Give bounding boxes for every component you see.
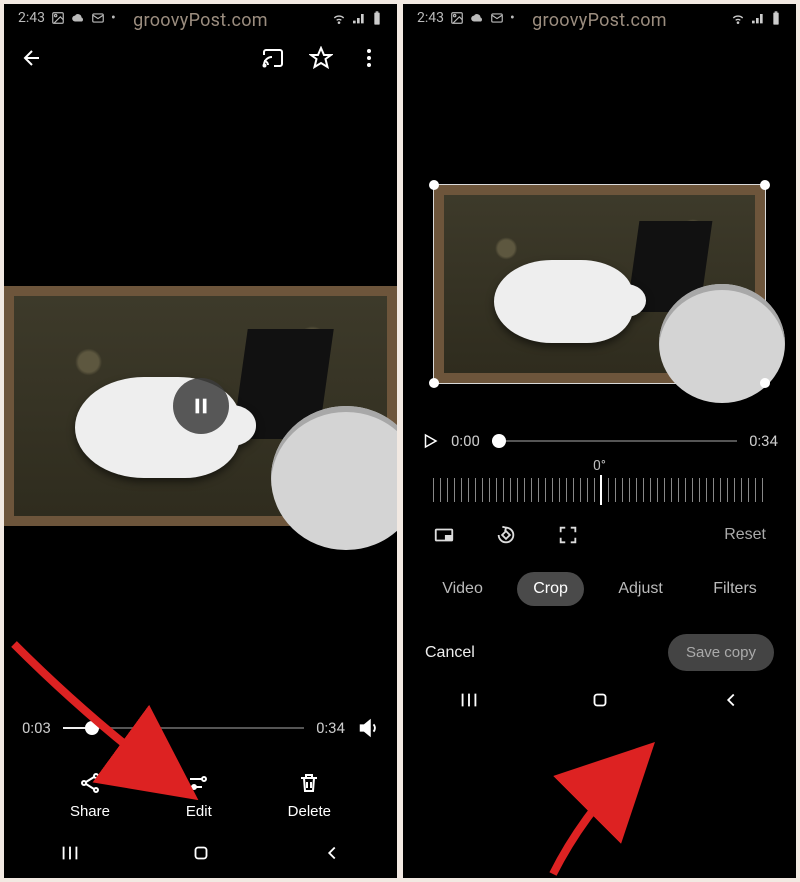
aspect-button[interactable] xyxy=(433,524,455,546)
gmail-icon xyxy=(490,11,504,25)
scrub-current: 0:00 xyxy=(451,432,480,450)
crop-area[interactable] xyxy=(433,184,766,384)
cloud-icon xyxy=(71,11,85,25)
video-frame[interactable] xyxy=(4,286,397,526)
crop-handle-tr[interactable] xyxy=(760,180,770,190)
annotation-arrow xyxy=(523,724,723,878)
pause-button[interactable] xyxy=(173,378,229,434)
status-dot: • xyxy=(111,10,116,26)
scrub-thumb[interactable] xyxy=(492,434,506,448)
play-button[interactable] xyxy=(421,432,439,450)
wifi-icon xyxy=(331,10,347,26)
nav-back-button[interactable] xyxy=(720,689,742,711)
crop-handle-bl[interactable] xyxy=(429,378,439,388)
app-bar xyxy=(4,32,397,84)
scrub-current: 0:03 xyxy=(22,719,51,737)
nav-back-button[interactable] xyxy=(321,842,343,864)
scrub-duration: 0:34 xyxy=(749,432,778,450)
system-nav-bar xyxy=(4,832,397,878)
share-button[interactable]: Share xyxy=(70,771,110,820)
editor-scrub-bar: 0:00 0:34 xyxy=(403,432,796,450)
gmail-icon xyxy=(91,11,105,25)
tab-adjust[interactable]: Adjust xyxy=(602,572,678,606)
tab-video[interactable]: Video xyxy=(426,572,499,606)
action-row: Share Edit Delete xyxy=(4,747,397,832)
crop-handle-br[interactable] xyxy=(760,378,770,388)
reset-button[interactable]: Reset xyxy=(724,526,766,544)
system-nav-bar xyxy=(403,679,796,725)
scrub-bar: 0:03 0:34 xyxy=(4,717,397,739)
status-time: 2:43 xyxy=(18,10,45,26)
share-label: Share xyxy=(70,803,110,820)
edit-label: Edit xyxy=(186,803,212,820)
cast-button[interactable] xyxy=(261,46,285,70)
delete-label: Delete xyxy=(288,803,331,820)
tab-filters[interactable]: Filters xyxy=(697,572,773,606)
edit-icon xyxy=(187,771,211,795)
home-button[interactable] xyxy=(589,689,611,711)
crop-handle-tl[interactable] xyxy=(429,180,439,190)
editor-footer: Cancel Save copy xyxy=(403,618,796,679)
delete-button[interactable]: Delete xyxy=(288,771,331,820)
wifi-icon xyxy=(730,10,746,26)
rotation-ruler[interactable] xyxy=(433,478,766,502)
phone-editor: groovyPost.com 2:43 • xyxy=(403,4,796,878)
tab-crop[interactable]: Crop xyxy=(517,572,584,606)
home-button[interactable] xyxy=(190,842,212,864)
share-icon xyxy=(78,771,102,795)
status-time: 2:43 xyxy=(417,10,444,26)
scrub-thumb[interactable] xyxy=(85,721,99,735)
scrub-duration: 0:34 xyxy=(316,719,345,737)
back-button[interactable] xyxy=(20,46,44,70)
signal-icon xyxy=(750,10,766,26)
watermark: groovyPost.com xyxy=(532,10,667,31)
rotate-button[interactable] xyxy=(495,524,517,546)
more-button[interactable] xyxy=(357,46,381,70)
battery-icon xyxy=(770,10,782,26)
rotation-label: 0° xyxy=(593,458,606,474)
phone-viewer: groovyPost.com 2:43 • xyxy=(4,4,397,878)
expand-button[interactable] xyxy=(557,524,579,546)
cancel-button[interactable]: Cancel xyxy=(425,644,475,662)
rotation-row: 0° xyxy=(403,450,796,510)
status-dot: • xyxy=(510,10,515,26)
scrub-track[interactable] xyxy=(492,440,737,442)
scrub-track[interactable] xyxy=(63,727,304,729)
cloud-icon xyxy=(470,11,484,25)
favorite-button[interactable] xyxy=(309,46,333,70)
recents-button[interactable] xyxy=(458,689,480,711)
watermark: groovyPost.com xyxy=(133,10,268,31)
trash-icon xyxy=(297,771,321,795)
signal-icon xyxy=(351,10,367,26)
recents-button[interactable] xyxy=(59,842,81,864)
tabs-row: Video Crop Adjust Filters xyxy=(403,560,796,618)
battery-icon xyxy=(371,10,383,26)
crop-tools: Reset xyxy=(403,510,796,560)
image-icon xyxy=(450,11,464,25)
image-icon xyxy=(51,11,65,25)
volume-button[interactable] xyxy=(357,717,379,739)
edit-button[interactable]: Edit xyxy=(186,771,212,820)
save-copy-button[interactable]: Save copy xyxy=(668,634,774,671)
